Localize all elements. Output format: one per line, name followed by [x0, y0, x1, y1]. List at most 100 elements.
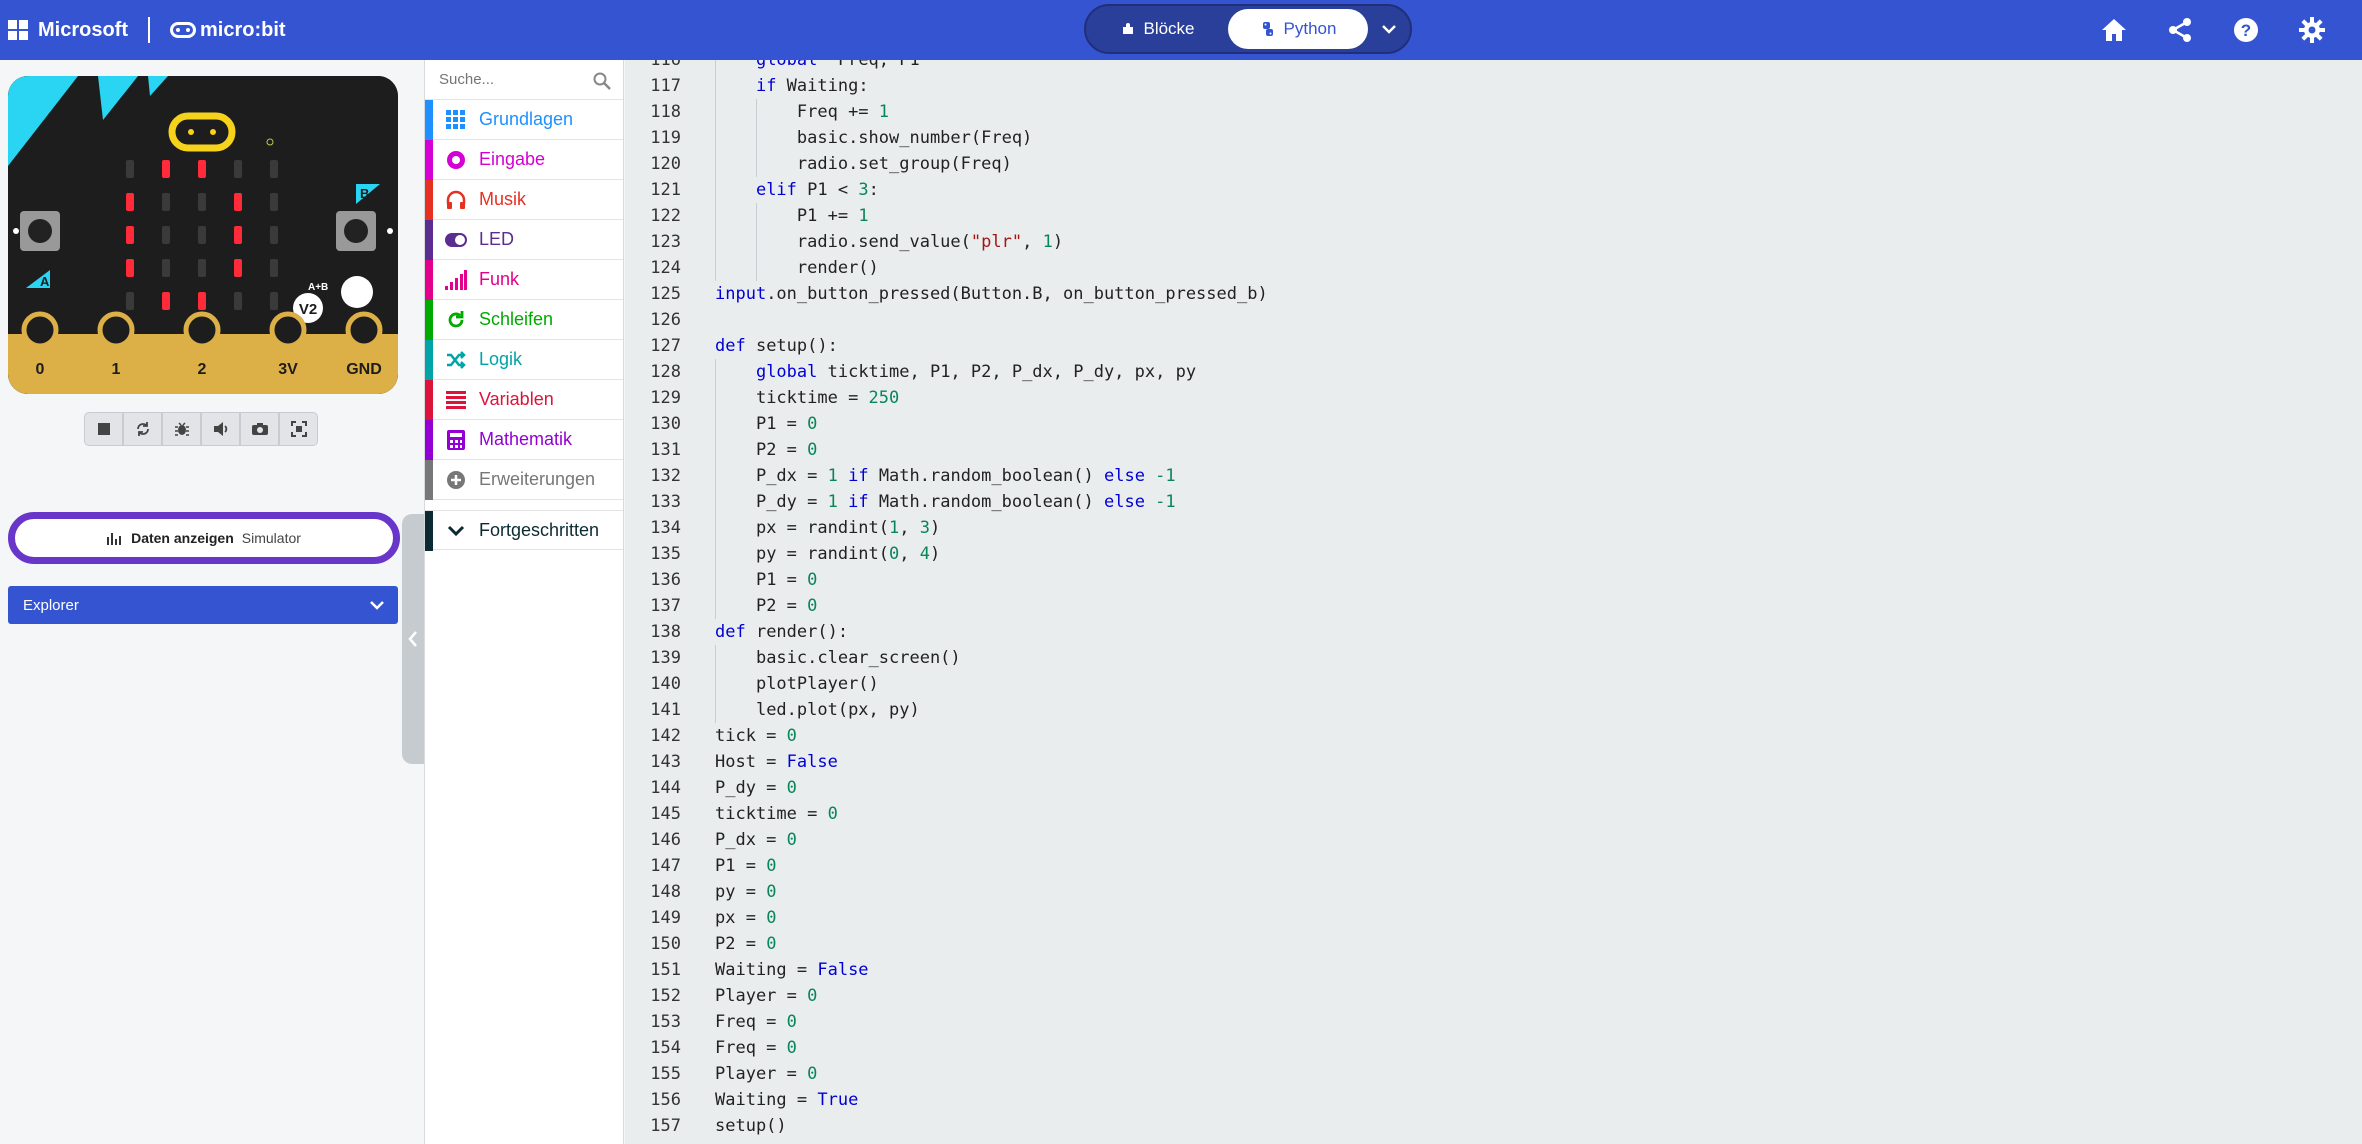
category-led[interactable]: LED	[425, 220, 623, 260]
settings-button[interactable]	[2296, 14, 2328, 46]
category-grundlagen[interactable]: Grundlagen	[425, 100, 623, 140]
code-line[interactable]: 130 P1 = 0	[625, 411, 817, 437]
code-line[interactable]: 126	[625, 307, 681, 333]
code-line[interactable]: 145 ticktime = 0	[625, 801, 838, 827]
code-token: if	[837, 492, 869, 512]
sound-icon	[213, 422, 227, 436]
code-line[interactable]: 117 if Waiting:	[625, 73, 869, 99]
code-line[interactable]: 152 Player = 0	[625, 983, 817, 1009]
chevron-down-icon	[445, 520, 467, 542]
code-line[interactable]: 142 tick = 0	[625, 723, 797, 749]
help-button[interactable]: ?	[2230, 14, 2262, 46]
code-token: px =	[715, 908, 767, 928]
pin-1[interactable]	[97, 311, 135, 349]
code-line[interactable]: 129 ticktime = 250	[625, 385, 899, 411]
code-line[interactable]: 144 P_dy = 0	[625, 775, 797, 801]
code-line[interactable]: 143 Host = False	[625, 749, 838, 775]
code-text: setup()	[715, 1113, 787, 1139]
code-line[interactable]: 147 P1 = 0	[625, 853, 776, 879]
stop-button[interactable]	[84, 412, 123, 446]
code-line[interactable]: 134 px = randint(1, 3)	[625, 515, 940, 541]
share-button[interactable]	[2164, 14, 2196, 46]
category-variablen[interactable]: Variablen	[425, 380, 623, 420]
code-line[interactable]: 122 P1 += 1	[625, 203, 869, 229]
blocks-mode-button[interactable]: Blöcke	[1090, 9, 1226, 49]
pin-3v[interactable]	[269, 311, 307, 349]
code-line[interactable]: 125 input.on_button_pressed(Button.B, on_…	[625, 281, 1267, 307]
code-line[interactable]: 148 py = 0	[625, 879, 776, 905]
category-musik[interactable]: Musik	[425, 180, 623, 220]
debug-button[interactable]	[162, 412, 201, 446]
line-number: 152	[650, 986, 681, 1006]
category-erweiterungen[interactable]: Erweiterungen	[425, 460, 623, 500]
chevron-down-icon	[1382, 25, 1396, 34]
code-line[interactable]: 157 setup()	[625, 1113, 786, 1139]
search-icon[interactable]	[593, 72, 611, 90]
category-schleifen[interactable]: Schleifen	[425, 300, 623, 340]
code-line[interactable]: 149 px = 0	[625, 905, 776, 931]
code-line[interactable]: 138 def render():	[625, 619, 848, 645]
code-line[interactable]: 139 basic.clear_screen()	[625, 645, 961, 671]
pin-gnd[interactable]	[345, 311, 383, 349]
code-line[interactable]: 153 Freq = 0	[625, 1009, 797, 1035]
category-eingabe[interactable]: Eingabe	[425, 140, 623, 180]
code-line[interactable]: 146 P_dx = 0	[625, 827, 797, 853]
code-line[interactable]: 155 Player = 0	[625, 1061, 817, 1087]
code-line[interactable]: 119 basic.show_number(Freq)	[625, 125, 1032, 151]
simulator-panel: A B A+B V2 0 1 2 3V GND Daten anzeigen Simul…	[0, 60, 410, 1144]
category-label: Logik	[479, 349, 523, 369]
collapse-simulator-handle[interactable]	[402, 514, 424, 764]
code-line[interactable]: 118 Freq += 1	[625, 99, 889, 125]
restart-button[interactable]	[123, 412, 162, 446]
code-line[interactable]: 131 P2 = 0	[625, 437, 817, 463]
category-funk[interactable]: Funk	[425, 260, 623, 300]
python-mode-button[interactable]: Python	[1228, 9, 1368, 49]
fullscreen-button[interactable]	[279, 412, 318, 446]
code-line[interactable]: 133 P_dy = 1 if Math.random_boolean() el…	[625, 489, 1176, 515]
explorer-toggle[interactable]: Explorer	[8, 586, 398, 624]
loop-icon	[445, 309, 467, 331]
toggle-icon	[445, 229, 467, 251]
microbit-simulator[interactable]: A B A+B V2 0 1 2 3V GND	[8, 76, 398, 394]
code-line[interactable]: 132 P_dx = 1 if Math.random_boolean() el…	[625, 463, 1176, 489]
code-line[interactable]: 128 global ticktime, P1, P2, P_dx, P_dy,…	[625, 359, 1196, 385]
pin-0[interactable]	[21, 311, 59, 349]
code-line[interactable]: 156 Waiting = True	[625, 1087, 858, 1113]
sound-button[interactable]	[201, 412, 240, 446]
category-mathematik[interactable]: Mathematik	[425, 420, 623, 460]
code-line[interactable]: 137 P2 = 0	[625, 593, 817, 619]
code-line[interactable]: 154 Freq = 0	[625, 1035, 797, 1061]
code-line[interactable]: 120 radio.set_group(Freq)	[625, 151, 1012, 177]
line-number: 137	[650, 596, 681, 616]
home-button[interactable]	[2098, 14, 2130, 46]
python-code-editor[interactable]: 116 global Freq, P1 117 if Waiting: 118 Fr…	[625, 60, 2362, 1144]
code-line[interactable]: 121 elif P1 < 3:	[625, 177, 879, 203]
category-advanced[interactable]: Fortgeschritten	[425, 510, 623, 551]
led-on	[162, 160, 170, 178]
code-line[interactable]: 123 radio.send_value("plr", 1)	[625, 229, 1063, 255]
screenshot-button[interactable]	[240, 412, 279, 446]
code-line[interactable]: 141 led.plot(px, py)	[625, 697, 920, 723]
code-line[interactable]: 127 def setup():	[625, 333, 838, 359]
code-text: P1 = 0	[715, 853, 776, 879]
code-line[interactable]: 124 render()	[625, 255, 879, 281]
code-line[interactable]: 135 py = randint(0, 4)	[625, 541, 940, 567]
line-number: 131	[650, 440, 681, 460]
code-line[interactable]: 150 P2 = 0	[625, 931, 776, 957]
code-line[interactable]: 140 plotPlayer()	[625, 671, 879, 697]
code-line[interactable]: 136 P1 = 0	[625, 567, 817, 593]
code-token: global	[755, 362, 818, 382]
button-ab[interactable]	[341, 276, 373, 308]
svg-text:A: A	[40, 274, 50, 289]
toolbox-search-input[interactable]	[439, 71, 589, 88]
code-line[interactable]: 116 global Freq, P1	[625, 60, 920, 73]
led-off	[162, 259, 170, 277]
code-text: led.plot(px, py)	[715, 697, 920, 723]
code-line[interactable]: 151 Waiting = False	[625, 957, 868, 983]
mode-dropdown-button[interactable]	[1370, 9, 1408, 49]
category-logik[interactable]: Logik	[425, 340, 623, 380]
show-data-simulator-button[interactable]: Daten anzeigen Simulator	[8, 512, 400, 564]
code-token: 0	[786, 830, 797, 850]
pin-2[interactable]	[183, 311, 221, 349]
brand[interactable]: Microsoft micro:bit	[8, 0, 286, 60]
